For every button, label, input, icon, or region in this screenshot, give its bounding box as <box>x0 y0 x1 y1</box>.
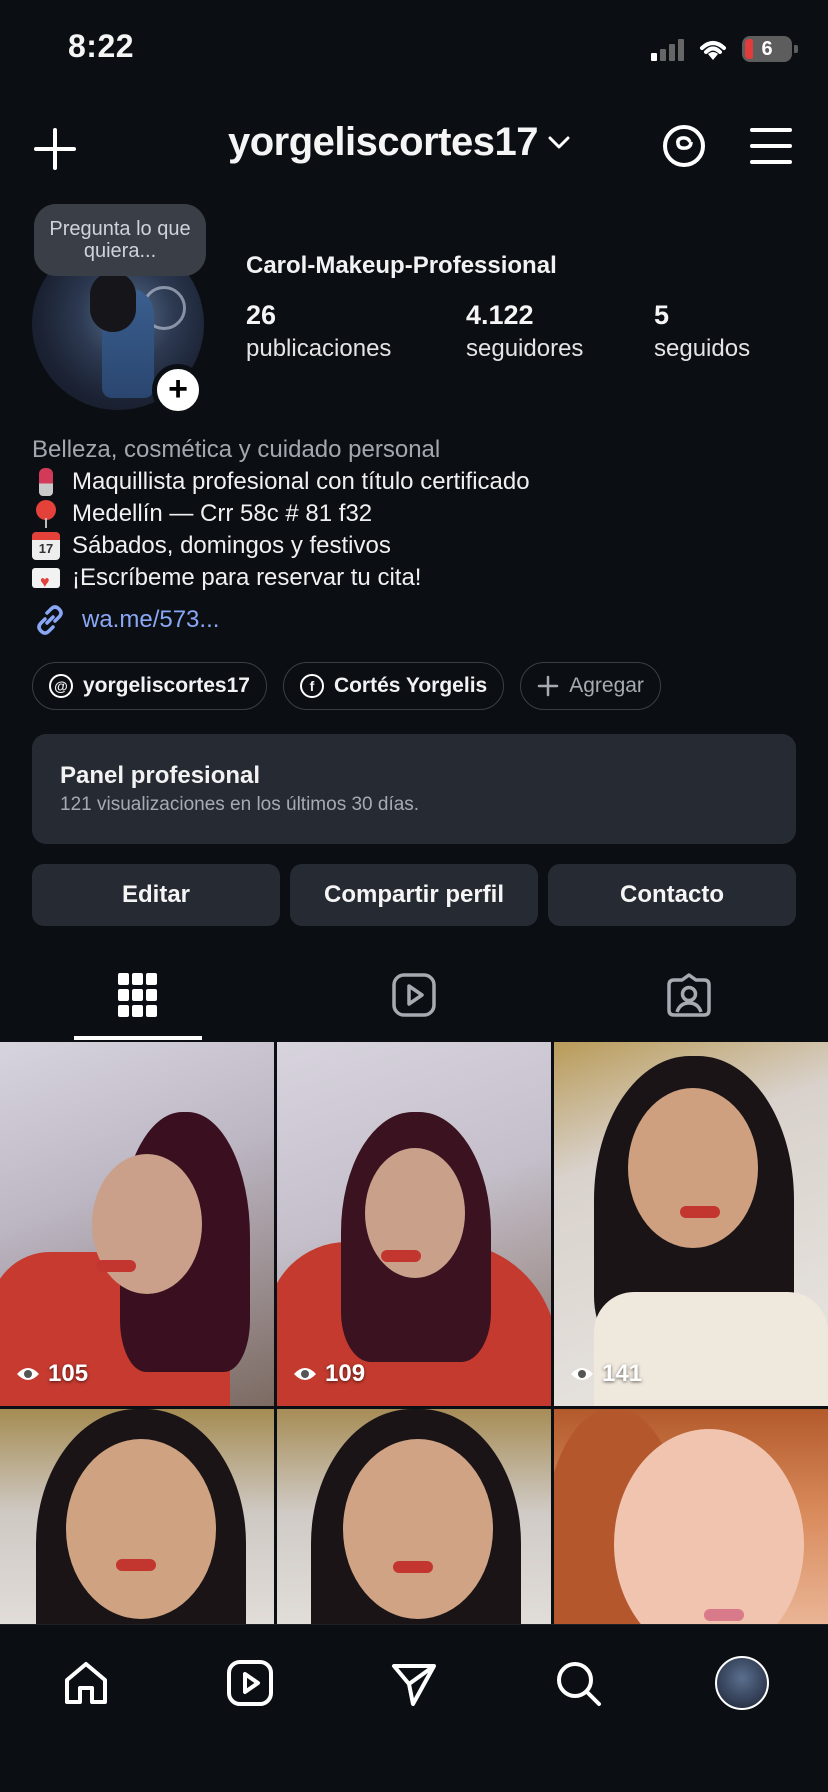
panel-title: Panel profesional <box>60 762 261 789</box>
add-story-plus-icon[interactable]: + <box>152 364 204 416</box>
calendar-emoji-icon: 17 <box>32 532 60 560</box>
battery-level: 6 <box>761 37 773 60</box>
nav-home[interactable] <box>54 1651 118 1715</box>
stat-value: 26 <box>246 300 277 330</box>
eye-icon <box>571 1368 593 1380</box>
nav-profile[interactable] <box>710 1651 774 1715</box>
messages-icon <box>392 1664 436 1706</box>
grid-post[interactable]: 109 <box>277 1042 551 1406</box>
note-bubble[interactable]: Pregunta lo que quiera... <box>34 204 206 276</box>
view-count: 105 <box>16 1360 88 1388</box>
reels-icon <box>227 1660 273 1706</box>
contact-button[interactable]: Contacto <box>548 864 796 926</box>
facebook-pill[interactable]: f Cortés Yorgelis <box>282 662 505 710</box>
bio-category: Belleza, cosmética y cuidado personal <box>32 436 441 463</box>
view-count-text: 141 <box>602 1360 643 1387</box>
create-plus-icon[interactable] <box>32 126 78 172</box>
bottom-navigation <box>0 1624 828 1792</box>
stat-label: seguidos <box>654 335 751 362</box>
grid-icon <box>118 973 157 1017</box>
tab-tagged[interactable] <box>624 950 754 1040</box>
menu-icon[interactable] <box>750 128 792 164</box>
reels-icon <box>392 973 436 1017</box>
tab-reels[interactable] <box>349 950 479 1040</box>
profile-screen: 8:22 6 yorgeliscortes17 + Pregunta lo qu… <box>0 0 828 1792</box>
threads-icon: @ <box>49 674 73 698</box>
pill-label: Cortés Yorgelis <box>333 674 488 697</box>
nav-search[interactable] <box>546 1651 610 1715</box>
profile-header: yorgeliscortes17 <box>0 110 828 182</box>
bio-line: Maquillista profesional con título certi… <box>32 466 802 498</box>
battery-icon: 6 <box>742 36 798 62</box>
facebook-icon: f <box>299 674 324 698</box>
bio: Belleza, cosmética y cuidado personal Ma… <box>32 434 802 599</box>
wifi-icon <box>700 41 726 60</box>
header-username: yorgeliscortes17 <box>228 120 538 164</box>
cellular-signal-icon <box>651 37 684 61</box>
pill-label: Agregar <box>569 674 644 697</box>
link-icon <box>37 605 63 635</box>
threads-icon[interactable] <box>660 122 708 170</box>
eye-icon <box>17 1368 39 1380</box>
profile-avatar <box>715 1656 769 1710</box>
bio-line-text: Maquillista profesional con título certi… <box>72 468 530 495</box>
posts-grid: 105 109 141 <box>0 1042 828 1669</box>
tagged-icon <box>667 973 711 1017</box>
account-switcher[interactable]: yorgeliscortes17 <box>228 120 570 165</box>
profile-actions: Editar Compartir perfil Contacto <box>32 864 796 926</box>
stat-value: 4.122 <box>466 300 534 330</box>
edit-profile-button[interactable]: Editar <box>32 864 280 926</box>
bio-line: Medellín — Crr 58c # 81 f32 <box>32 498 802 530</box>
bio-line: ¡Escríbeme para reservar tu cita! <box>32 562 802 599</box>
active-tab-indicator <box>74 1036 202 1040</box>
lipstick-emoji-icon <box>39 468 53 496</box>
pin-emoji-icon <box>32 500 60 528</box>
grid-post[interactable]: 141 <box>554 1042 828 1406</box>
professional-dashboard[interactable]: Panel profesional 121 visualizaciones en… <box>32 734 796 844</box>
home-icon <box>65 1662 107 1704</box>
status-icons: 6 <box>651 34 798 64</box>
bio-line-text: ¡Escríbeme para reservar tu cita! <box>72 564 422 591</box>
love-letter-emoji-icon <box>32 567 60 599</box>
view-count-text: 109 <box>325 1360 366 1387</box>
bio-line-text: Medellín — Crr 58c # 81 f32 <box>72 500 373 527</box>
profile-links: @ yorgeliscortes17 f Cortés Yorgelis Agr… <box>32 662 661 710</box>
view-count-text: 105 <box>48 1360 89 1387</box>
bio-line: 17 Sábados, domingos y festivos <box>32 530 802 562</box>
tab-posts-grid[interactable] <box>73 950 203 1040</box>
profile-display-name: Carol-Makeup-Professional <box>246 252 557 279</box>
threads-pill[interactable]: @ yorgeliscortes17 <box>32 662 267 710</box>
share-profile-button[interactable]: Compartir perfil <box>290 864 538 926</box>
chevron-down-icon <box>548 136 570 148</box>
stat-posts[interactable]: 26 publicaciones <box>246 300 391 363</box>
profile-tabs <box>0 950 828 1040</box>
bio-link[interactable]: wa.me/573... <box>32 602 219 638</box>
nav-reels[interactable] <box>218 1651 282 1715</box>
bio-line-text: Sábados, domingos y festivos <box>72 532 391 559</box>
stat-label: seguidores <box>466 335 584 362</box>
stat-label: publicaciones <box>246 335 392 362</box>
add-link-pill[interactable]: Agregar <box>520 662 661 710</box>
bio-link-text[interactable]: wa.me/573... <box>82 606 219 634</box>
grid-post[interactable]: 105 <box>0 1042 274 1406</box>
eye-icon <box>294 1368 316 1380</box>
pill-label: yorgeliscortes17 <box>83 674 250 697</box>
view-count: 109 <box>293 1360 365 1388</box>
view-count: 141 <box>570 1360 642 1388</box>
plus-icon <box>537 675 559 697</box>
stat-value: 5 <box>654 300 670 330</box>
stat-followers[interactable]: 4.122 seguidores <box>466 300 583 363</box>
panel-subtitle: 121 visualizaciones en los últimos 30 dí… <box>60 794 420 815</box>
search-icon <box>557 1662 601 1706</box>
stat-following[interactable]: 5 seguidos <box>654 300 750 363</box>
nav-messages[interactable] <box>382 1651 446 1715</box>
status-bar: 8:22 6 <box>0 0 828 100</box>
status-time: 8:22 <box>68 28 135 64</box>
